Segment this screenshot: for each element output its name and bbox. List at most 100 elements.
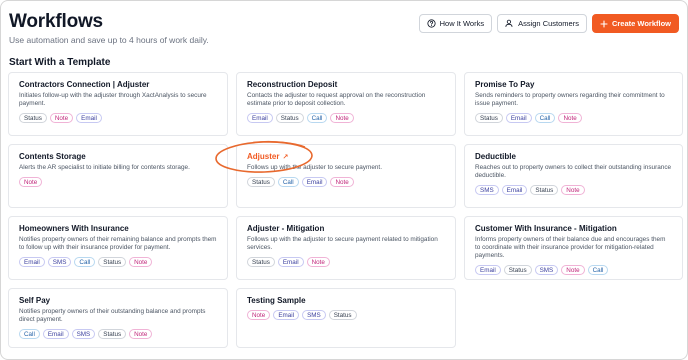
- tag-status: Status: [503, 265, 532, 275]
- template-tags: Email SMS Call Status Note: [19, 257, 217, 267]
- template-card-description: Notifies property owners of their remain…: [19, 236, 217, 251]
- tag-note: Note: [558, 113, 582, 123]
- tag-email: Email: [19, 257, 45, 267]
- template-card-testing-sample[interactable]: Testing Sample Note Email SMS Status: [236, 288, 456, 348]
- template-title-text: Self Pay: [19, 296, 51, 305]
- tag-note: Note: [330, 177, 354, 187]
- question-circle-icon: [427, 19, 436, 28]
- how-it-works-label: How It Works: [439, 19, 485, 28]
- page-title: Workflows: [9, 11, 103, 32]
- tag-call: Call: [306, 113, 328, 123]
- tag-status: Status: [475, 113, 503, 123]
- template-title-text: Reconstruction Deposit: [247, 80, 338, 89]
- tag-note: Note: [561, 265, 585, 275]
- template-title-text: Adjuster: [247, 152, 280, 161]
- create-workflow-button[interactable]: Create Workflow: [591, 14, 679, 33]
- tag-note: Note: [129, 329, 153, 339]
- tag-email: Email: [301, 177, 328, 187]
- tag-status: Status: [247, 177, 275, 187]
- template-tags: Status Call Email Note: [247, 177, 445, 187]
- tag-status: Status: [98, 257, 127, 267]
- tag-note: Note: [19, 177, 43, 187]
- template-card-contents-storage[interactable]: Contents Storage Alerts the AR specialist…: [8, 144, 228, 208]
- tag-note: Note: [561, 185, 585, 195]
- template-card-description: Follows up with the adjuster to secure p…: [247, 164, 382, 171]
- template-tags: Email Status SMS Note Call: [475, 265, 672, 275]
- template-card-adjuster[interactable]: Adjuster ↗ Follows up with the adjuster to…: [236, 144, 456, 208]
- tag-email: Email: [277, 257, 304, 267]
- tag-status: Status: [530, 185, 559, 195]
- template-card-description: Follows up with the adjuster to secure p…: [247, 236, 438, 251]
- template-card-description: Informs property owners of their balance…: [475, 236, 666, 259]
- tag-email: Email: [475, 265, 501, 275]
- tag-status: Status: [247, 257, 275, 267]
- template-title-text: Adjuster - Mitigation: [247, 224, 325, 233]
- toolbar: How It Works Assign Customers Create Wor…: [418, 14, 679, 33]
- section-title: Start With a Template: [9, 57, 111, 68]
- tag-email: Email: [273, 310, 300, 320]
- template-card-title: Reconstruction Deposit: [247, 80, 445, 89]
- tag-sms: SMS: [302, 310, 326, 320]
- tag-status: Status: [98, 329, 127, 339]
- tag-call: Call: [74, 257, 96, 267]
- template-card-title: Promise To Pay: [475, 80, 672, 89]
- tag-note: Note: [129, 257, 153, 267]
- template-card-title: Adjuster ↗: [247, 152, 445, 161]
- template-title-text: Testing Sample: [247, 296, 306, 305]
- template-card-deductible[interactable]: Deductible Reaches out to property owners…: [464, 144, 683, 208]
- template-card-adjuster-mitigation[interactable]: Adjuster - Mitigation Follows up with the…: [236, 216, 456, 280]
- how-it-works-button[interactable]: How It Works: [418, 14, 493, 33]
- template-card-homeowners-with-insurance[interactable]: Homeowners With Insurance Notifies proper…: [8, 216, 228, 280]
- tag-sms: SMS: [475, 185, 499, 195]
- tag-email: Email: [42, 329, 69, 339]
- template-tags: Status Note Email: [19, 113, 217, 123]
- tag-call: Call: [19, 329, 40, 339]
- template-card-description: Sends reminders to property owners regar…: [475, 92, 665, 107]
- template-grid: Contractors Connection | Adjuster Initiat…: [8, 72, 683, 348]
- workflows-page: Workflows Use automation and save up to …: [0, 0, 688, 360]
- tag-status: Status: [275, 113, 304, 123]
- template-card-self-pay[interactable]: Self Pay Notifies property owners of thei…: [8, 288, 228, 348]
- tag-status: Status: [19, 113, 47, 123]
- plus-icon: [600, 19, 608, 28]
- external-link-icon: ↗: [282, 153, 289, 161]
- template-tags: Note Email SMS Status: [247, 310, 445, 320]
- tag-note: Note: [49, 113, 74, 123]
- template-card-description: Reaches out to property owners to collec…: [475, 164, 672, 179]
- template-card-title: Self Pay: [19, 296, 217, 305]
- template-tags: Call Email SMS Status Note: [19, 329, 217, 339]
- template-title-text: Customer With Insurance - Mitigation: [475, 224, 617, 233]
- assign-customers-button[interactable]: Assign Customers: [497, 14, 587, 33]
- tag-call: Call: [587, 265, 609, 275]
- template-card-title: Contractors Connection | Adjuster: [19, 80, 217, 89]
- tag-email: Email: [501, 185, 528, 195]
- tag-email: Email: [76, 113, 102, 123]
- tag-sms: SMS: [71, 329, 96, 339]
- tag-call: Call: [534, 113, 556, 123]
- template-tags: Email Status Call Note: [247, 113, 445, 123]
- template-card-contractors-connection-adjuster[interactable]: Contractors Connection | Adjuster Initiat…: [8, 72, 228, 136]
- template-card-description: Alerts the AR specialist to initiate bil…: [19, 164, 190, 171]
- template-card-customer-with-insurance-mitigation[interactable]: Customer With Insurance - Mitigation Info…: [464, 216, 683, 280]
- template-title-text: Deductible: [475, 152, 516, 161]
- template-card-promise-to-pay[interactable]: Promise To Pay Sends reminders to propert…: [464, 72, 683, 136]
- tag-sms: SMS: [534, 265, 559, 275]
- template-title-text: Homeowners With Insurance: [19, 224, 129, 233]
- tag-email: Email: [247, 113, 273, 123]
- template-card-title: Customer With Insurance - Mitigation: [475, 224, 672, 233]
- template-card-description: Initiates follow-up with the adjuster th…: [19, 92, 207, 107]
- template-title-text: Promise To Pay: [475, 80, 535, 89]
- tag-note: Note: [247, 310, 271, 320]
- template-card-title: Contents Storage: [19, 152, 217, 161]
- tag-call: Call: [277, 177, 299, 187]
- tag-sms: SMS: [47, 257, 72, 267]
- page-subtitle: Use automation and save up to 4 hours of…: [9, 35, 209, 45]
- template-card-title: Homeowners With Insurance: [19, 224, 217, 233]
- template-tags: Status Email Call Note: [475, 113, 672, 123]
- template-card-title: Testing Sample: [247, 296, 445, 305]
- template-tags: Note: [19, 177, 217, 187]
- template-card-title: Adjuster - Mitigation: [247, 224, 445, 233]
- template-card-reconstruction-deposit[interactable]: Reconstruction Deposit Contacts the adjus…: [236, 72, 456, 136]
- template-tags: SMS Email Status Note: [475, 185, 672, 195]
- template-card-title: Deductible: [475, 152, 672, 161]
